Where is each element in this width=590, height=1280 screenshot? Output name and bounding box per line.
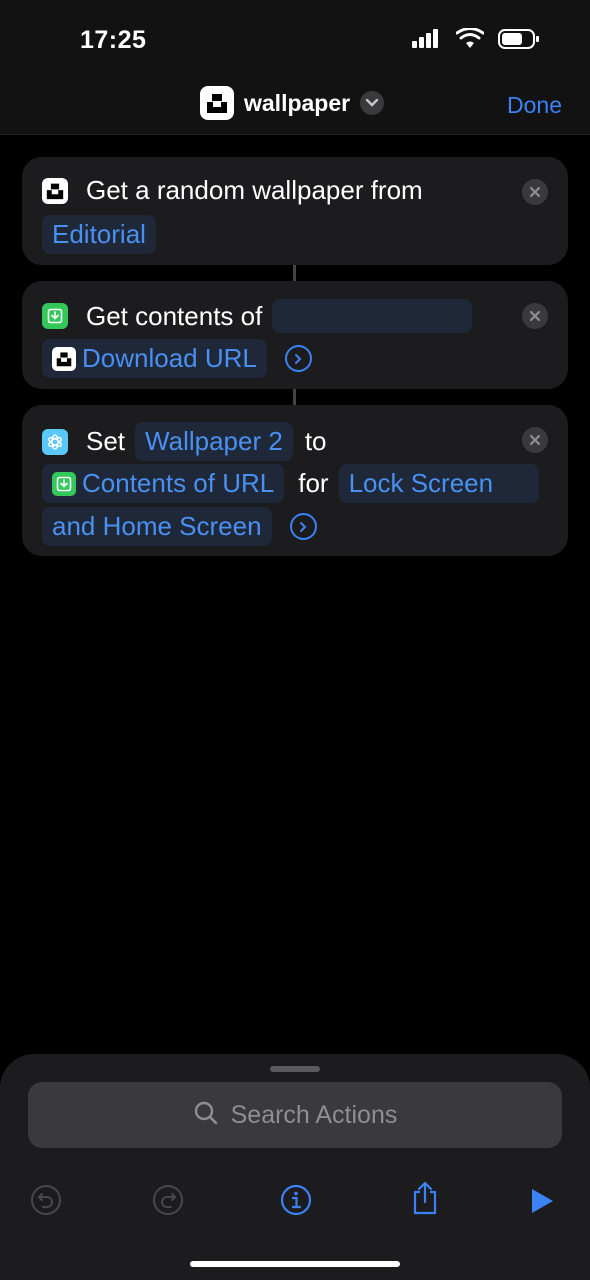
cellular-signal-icon — [412, 29, 442, 54]
undo-icon[interactable] — [30, 1184, 62, 1221]
download-icon — [42, 303, 68, 329]
collection-parameter[interactable]: Editorial — [42, 215, 156, 254]
action-label-to: to — [304, 426, 327, 456]
arrow-right-icon[interactable] — [284, 345, 312, 372]
action-label-set: Set — [86, 426, 126, 456]
battery-icon — [498, 28, 540, 55]
location-parameter-line1[interactable]: Lock Screen — [338, 464, 540, 503]
redo-icon[interactable] — [152, 1184, 184, 1221]
parameter-label: Contents of URL — [82, 468, 275, 498]
close-icon[interactable] — [522, 179, 548, 205]
info-icon[interactable] — [280, 1184, 312, 1221]
search-actions-field[interactable]: Search Actions — [28, 1082, 562, 1148]
action-card-set-wallpaper[interactable]: Set Wallpaper 2 to Contents of URL for L… — [22, 405, 568, 556]
play-icon[interactable] — [530, 1188, 554, 1219]
share-icon[interactable] — [410, 1180, 440, 1221]
action-card-get-wallpaper[interactable]: Get a random wallpaper from Editorial — [22, 157, 568, 265]
nav-bar: wallpaper Done — [0, 80, 590, 135]
download-url-parameter[interactable]: Download URL — [42, 339, 267, 378]
wallpaper-parameter[interactable]: Wallpaper 2 — [135, 422, 293, 461]
close-icon[interactable] — [522, 303, 548, 329]
action-card-get-contents[interactable]: Get contents of Download URL — [22, 281, 568, 389]
status-time: 17:25 — [80, 26, 147, 54]
download-icon — [52, 471, 76, 496]
wallpaper-icon — [42, 428, 68, 455]
status-bar: 17:25 — [0, 0, 590, 80]
action-connector — [293, 265, 296, 281]
editor-toolbar — [0, 1172, 590, 1234]
arrow-right-icon[interactable] — [289, 513, 317, 540]
action-search-sheet: Search Actions — [0, 1054, 590, 1280]
contents-parameter[interactable]: Contents of URL — [42, 464, 285, 503]
action-label: Get a random wallpaper from — [86, 175, 423, 205]
chevron-down-icon[interactable] — [360, 91, 385, 115]
unsplash-icon — [52, 346, 76, 371]
wifi-icon — [455, 27, 485, 55]
status-icons — [412, 27, 540, 55]
unsplash-icon — [200, 86, 234, 120]
action-label: Get contents of — [86, 300, 263, 331]
sheet-grabber[interactable] — [270, 1066, 320, 1072]
unsplash-icon — [42, 177, 68, 204]
action-connector — [293, 389, 296, 405]
close-icon[interactable] — [522, 427, 548, 453]
shortcut-title-menu[interactable]: wallpaper — [200, 86, 385, 120]
done-button[interactable]: Done — [507, 92, 562, 119]
action-label-for: for — [298, 468, 329, 498]
home-indicator — [190, 1261, 400, 1267]
search-icon — [193, 1100, 219, 1131]
search-placeholder: Search Actions — [230, 1100, 398, 1129]
shortcut-title: wallpaper — [244, 89, 351, 116]
url-placeholder-field[interactable] — [272, 299, 473, 333]
location-parameter-line2[interactable]: and Home Screen — [42, 507, 272, 546]
parameter-label: Download URL — [82, 343, 257, 373]
